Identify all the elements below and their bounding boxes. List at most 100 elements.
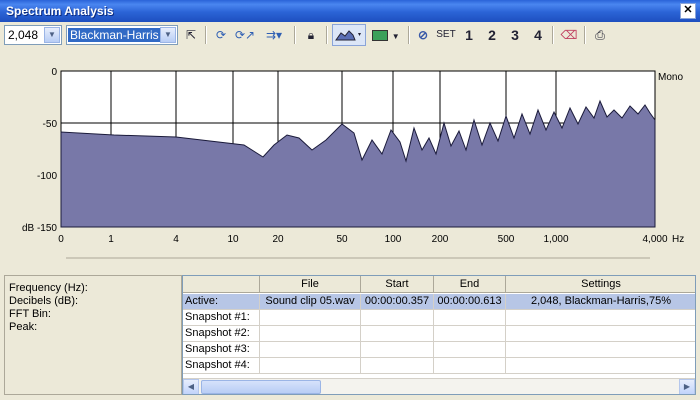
- y-tick-label: dB -150: [22, 223, 57, 234]
- snapshot-2-button[interactable]: 2: [485, 26, 499, 44]
- horizontal-scrollbar[interactable]: ◀ ▶: [183, 378, 695, 394]
- toolbar-separator: [552, 26, 554, 44]
- print-icon[interactable]: ⎙: [590, 26, 610, 44]
- header-start[interactable]: Start: [361, 276, 434, 293]
- toolbar: 2,048 ▼ Blackman-Harris ▼ ⇱ ⟳ ⟳↗ ⇉▾ 🔒︎ ▼…: [0, 22, 700, 48]
- start-cell: [361, 358, 434, 374]
- window-function-value: Blackman-Harris: [68, 28, 161, 42]
- lock-icon[interactable]: 🔒︎: [302, 26, 320, 44]
- refresh-icon[interactable]: ⟳: [212, 26, 230, 44]
- settings-cell: 2,048, Blackman-Harris,75%: [506, 294, 695, 310]
- spectrum-graph: 0 -50 -100 dB -150 0 1 4 10 20 50 100 200 500 1,000 4…: [4, 50, 696, 272]
- start-cell: [361, 326, 434, 342]
- color-swatch-icon: [372, 30, 389, 42]
- eraser-icon[interactable]: ⌫: [560, 26, 578, 44]
- snapshot-3-button[interactable]: 3: [508, 26, 522, 44]
- x-tick-label: 200: [432, 234, 449, 245]
- x-axis-ticks: 0 1 4 10 20 50 100 200 500 1,000 4,000: [58, 234, 668, 245]
- chevron-down-icon[interactable]: ▼: [44, 27, 60, 43]
- y-axis-ticks: 0 -50 -100 dB -150: [22, 67, 57, 234]
- spectrum-svg: 0 -50 -100 dB -150 0 1 4 10 20 50 100 200 500 1,000 4…: [22, 67, 684, 259]
- settings-cell: [506, 326, 695, 342]
- toolbar-separator: [326, 26, 328, 44]
- x-tick-label: 1,000: [543, 234, 568, 245]
- file-cell: [260, 310, 361, 326]
- toolbar-separator: [294, 26, 296, 44]
- graph-type-button[interactable]: [332, 24, 366, 46]
- fft-size-select[interactable]: 2,048 ▼: [4, 25, 62, 45]
- header-settings[interactable]: Settings: [506, 276, 695, 293]
- table-row[interactable]: Snapshot #3:: [183, 342, 695, 358]
- info-panel: Frequency (Hz): Decibels (dB): FFT Bin: …: [4, 275, 182, 395]
- settings-cell: [506, 342, 695, 358]
- start-cell: [361, 310, 434, 326]
- row-label: Snapshot #2:: [183, 326, 260, 342]
- title-bar: Spectrum Analysis ✕: [0, 0, 700, 22]
- scan-options-icon[interactable]: ⇉▾: [260, 26, 288, 44]
- chevron-down-icon: ▼: [391, 32, 400, 41]
- settings-cell: [506, 310, 695, 326]
- y-tick-label: -100: [37, 171, 57, 182]
- row-label: Active:: [183, 294, 260, 310]
- toolbar-separator: [205, 26, 207, 44]
- table-row-active[interactable]: Active: Sound clip 05.wav 00:00:00.357 0…: [183, 294, 695, 310]
- toolbar-separator: [408, 26, 410, 44]
- x-tick-label: 100: [385, 234, 402, 245]
- file-cell: [260, 358, 361, 374]
- header-file[interactable]: File: [260, 276, 361, 293]
- color-picker-button[interactable]: ▼: [370, 26, 402, 44]
- scroll-left-icon[interactable]: ◀: [183, 379, 199, 394]
- set-snapshot-button[interactable]: SET: [436, 26, 456, 44]
- peak-label: Peak:: [9, 321, 38, 333]
- file-cell: Sound clip 05.wav: [260, 294, 361, 310]
- fft-size-value: 2,048: [8, 28, 39, 42]
- table-row[interactable]: Snapshot #1:: [183, 310, 695, 326]
- y-tick-label: -50: [43, 119, 58, 130]
- x-tick-label: 0: [58, 234, 64, 245]
- window-function-select[interactable]: Blackman-Harris ▼: [66, 25, 178, 45]
- x-axis-unit: Hz: [672, 234, 684, 245]
- end-cell: 00:00:00.613: [434, 294, 506, 310]
- x-tick-label: 4,000: [642, 234, 667, 245]
- window-title: Spectrum Analysis: [6, 4, 114, 18]
- auto-refresh-icon[interactable]: ⟳↗: [234, 26, 256, 44]
- snapshot-table: File Start End Settings Active: Sound cl…: [182, 275, 696, 395]
- snapshot-4-button[interactable]: 4: [531, 26, 545, 44]
- close-button[interactable]: ✕: [680, 3, 696, 19]
- settings-cell: [506, 358, 695, 374]
- snapshot-1-button[interactable]: 1: [462, 26, 476, 44]
- x-tick-label: 50: [336, 234, 348, 245]
- scrollbar-thumb[interactable]: [201, 380, 321, 394]
- row-label: Snapshot #4:: [183, 358, 260, 374]
- table-row[interactable]: Snapshot #2:: [183, 326, 695, 342]
- end-cell: [434, 342, 506, 358]
- select-cursor-icon[interactable]: ⇱: [182, 26, 200, 44]
- y-tick-label: 0: [51, 67, 57, 78]
- end-cell: [434, 326, 506, 342]
- x-tick-label: 4: [173, 234, 179, 245]
- row-label: Snapshot #1:: [183, 310, 260, 326]
- x-tick-label: 500: [498, 234, 515, 245]
- table-row[interactable]: Snapshot #4:: [183, 358, 695, 374]
- clear-snapshots-icon[interactable]: ⊘: [414, 26, 432, 44]
- header-blank: [183, 276, 260, 293]
- area-graph-icon: [335, 30, 361, 41]
- fft-bin-label: FFT Bin:: [9, 308, 51, 320]
- file-cell: [260, 342, 361, 358]
- frequency-label: Frequency (Hz):: [9, 282, 88, 294]
- channel-label: Mono: [658, 72, 683, 83]
- toolbar-separator: [584, 26, 586, 44]
- file-cell: [260, 326, 361, 342]
- start-cell: [361, 342, 434, 358]
- x-tick-label: 20: [272, 234, 284, 245]
- header-end[interactable]: End: [434, 276, 506, 293]
- chevron-down-icon[interactable]: ▼: [160, 27, 176, 43]
- end-cell: [434, 358, 506, 374]
- start-cell: 00:00:00.357: [361, 294, 434, 310]
- x-tick-label: 1: [108, 234, 114, 245]
- row-label: Snapshot #3:: [183, 342, 260, 358]
- decibels-label: Decibels (dB):: [9, 295, 79, 307]
- scroll-right-icon[interactable]: ▶: [679, 379, 695, 394]
- x-tick-label: 10: [227, 234, 239, 245]
- end-cell: [434, 310, 506, 326]
